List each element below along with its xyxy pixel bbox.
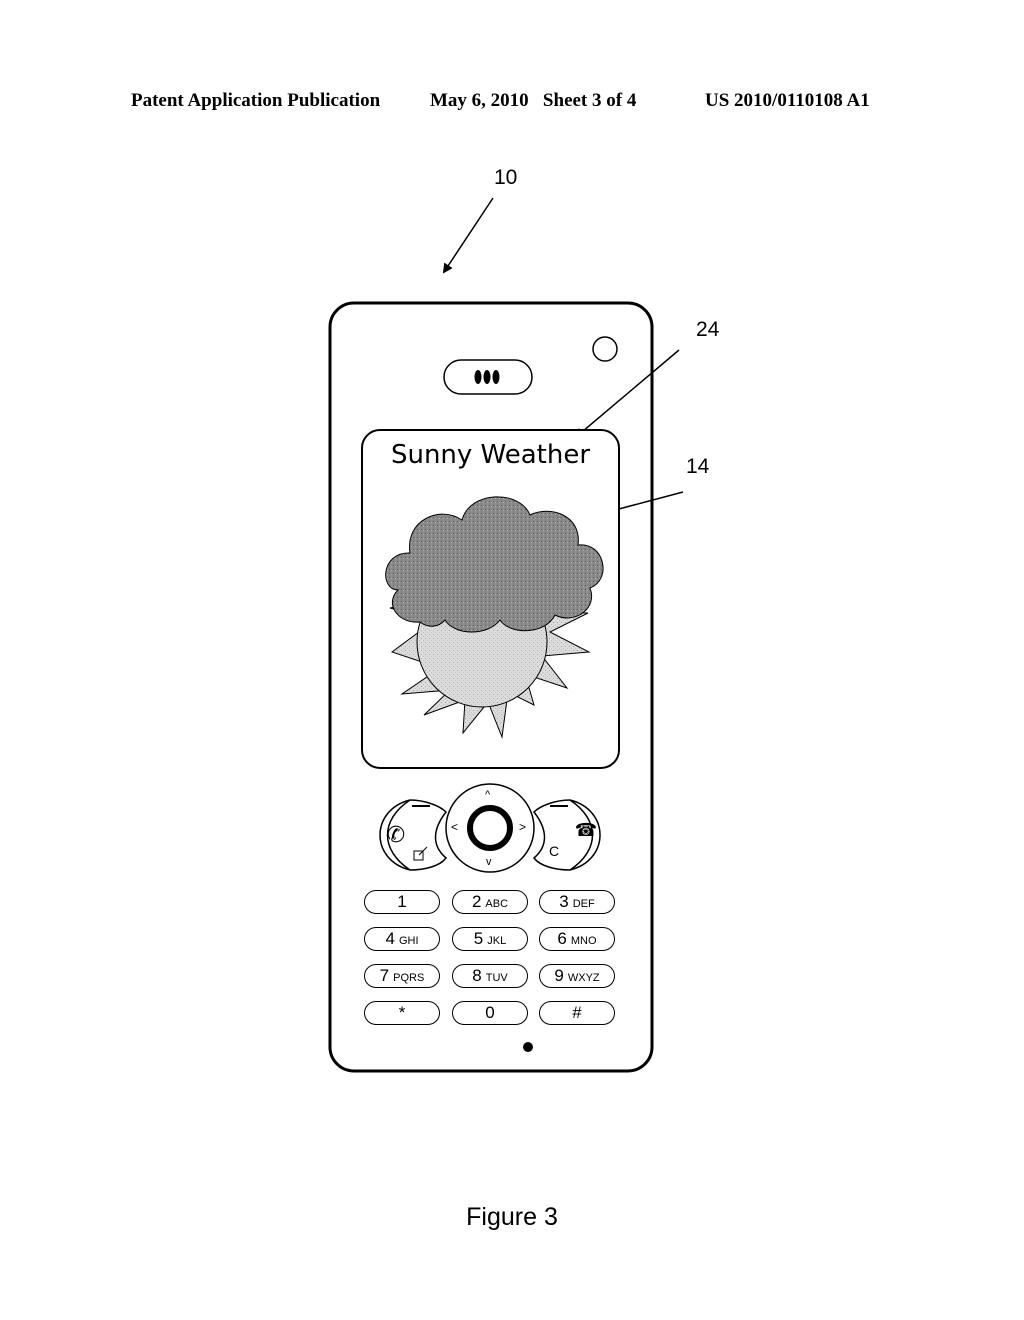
key-digit: 7 (379, 966, 390, 985)
key-4[interactable]: 4 GHI (364, 927, 440, 951)
key-digit: 2 (471, 892, 482, 911)
phone-drawing: ✆ ☎ (328, 197, 684, 1073)
key-letters: ABC (485, 898, 509, 910)
key-7[interactable]: 7 PQRS (364, 964, 440, 988)
key-digit: 8 (472, 966, 482, 985)
key-star[interactable]: * (364, 1001, 440, 1025)
key-digit: 9 (554, 966, 564, 985)
key-letters: TUV (485, 972, 508, 984)
key-letters: PQRS (393, 972, 425, 984)
key-0[interactable]: 0 (452, 1001, 528, 1025)
nav-up[interactable]: ^ (485, 789, 490, 801)
clear-key-label[interactable]: C (549, 843, 559, 859)
camera-icon (592, 336, 618, 362)
key-2[interactable]: 2 ABC (452, 890, 528, 914)
key-6[interactable]: 6 MNO (539, 927, 615, 951)
nav-right[interactable]: > (519, 820, 526, 834)
key-digit: * (398, 1003, 406, 1022)
key-letters: MNO (570, 935, 597, 947)
key-digit: 1 (397, 892, 407, 911)
key-letters: GHI (398, 935, 419, 947)
key-1[interactable]: 1 (364, 890, 440, 914)
key-5[interactable]: 5 JKL (452, 927, 528, 951)
leader-arrow-24 (574, 349, 680, 439)
screen-title: Sunny Weather (390, 440, 591, 470)
leader-arrow-10 (442, 197, 494, 274)
key-letters: WXYZ (567, 972, 600, 984)
key-digit: # (572, 1003, 582, 1022)
key-digit: 3 (559, 892, 569, 911)
end-call-icon: ☎ (575, 820, 597, 840)
center-select-button (467, 805, 513, 851)
key-letters: DEF (572, 898, 595, 910)
key-hash[interactable]: # (539, 1001, 615, 1025)
right-soft-key (532, 799, 571, 871)
key-digit: 4 (385, 929, 395, 948)
key-3[interactable]: 3 DEF (539, 890, 615, 914)
key-digit: 0 (485, 1003, 495, 1022)
key-digit: 6 (557, 929, 567, 948)
figure-caption: Figure 3 (466, 1203, 558, 1231)
key-letters: JKL (487, 935, 507, 947)
nav-down[interactable]: v (486, 856, 492, 868)
microphone-icon (523, 1042, 533, 1052)
key-9[interactable]: 9 WXYZ (539, 964, 615, 988)
key-digit: 5 (473, 929, 484, 948)
nav-left[interactable]: < (451, 820, 458, 834)
call-icon: ✆ (387, 822, 405, 847)
key-8[interactable]: 8 TUV (452, 964, 528, 988)
